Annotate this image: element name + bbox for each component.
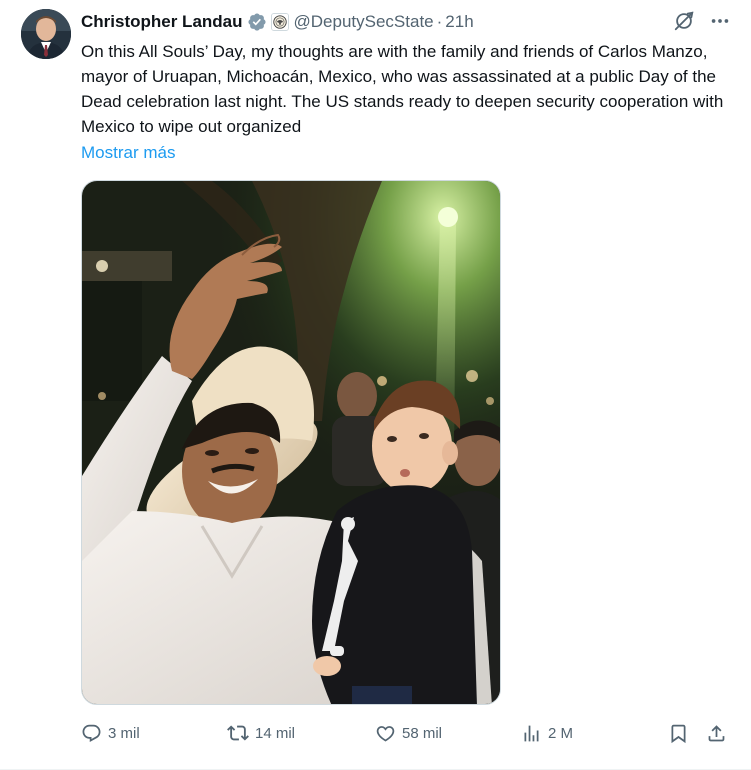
- tweet-actions: 3 mil 14 mil 58 mil 2 M: [81, 720, 731, 746]
- state-department-seal-icon[interactable]: [270, 13, 289, 31]
- tweet-photo[interactable]: [81, 180, 501, 705]
- photo-mayor-with-child: [82, 181, 500, 704]
- heart-icon: [376, 725, 395, 742]
- like-count: 58 mil: [402, 724, 443, 742]
- grok-icon[interactable]: [673, 10, 695, 32]
- tweet-timestamp[interactable]: 21h: [445, 12, 473, 32]
- author-avatar[interactable]: [21, 9, 71, 59]
- bookmark-icon: [671, 724, 686, 743]
- more-icon[interactable]: [709, 10, 731, 32]
- verified-badge-icon[interactable]: [247, 12, 267, 32]
- reply-count: 3 mil: [108, 724, 140, 742]
- reply-icon: [82, 724, 101, 742]
- tweet-header: Christopher Landau @DeputySecState · 21h: [81, 11, 661, 33]
- author-handle[interactable]: @DeputySecState: [294, 12, 434, 32]
- views-chart-icon: [524, 725, 539, 741]
- repost-button[interactable]: 14 mil: [227, 722, 295, 744]
- like-button[interactable]: 58 mil: [375, 723, 442, 744]
- header-separator: ·: [436, 12, 443, 31]
- author-display-name[interactable]: Christopher Landau: [81, 12, 243, 32]
- previous-tweet-fragment: [20, 0, 340, 3]
- header-actions: [673, 10, 731, 32]
- bookmark-button[interactable]: [668, 723, 689, 744]
- tweet-text: On this All Souls’ Day, my thoughts are …: [81, 42, 724, 136]
- show-more-link[interactable]: Mostrar más: [81, 140, 175, 165]
- repost-icon: [227, 725, 249, 741]
- tweet-article[interactable]: Christopher Landau @DeputySecState · 21h…: [0, 0, 751, 770]
- views-button[interactable]: 2 M: [521, 723, 573, 744]
- share-icon: [708, 724, 725, 741]
- reply-button[interactable]: 3 mil: [81, 723, 140, 744]
- repost-count: 14 mil: [255, 724, 296, 742]
- share-button[interactable]: [706, 723, 727, 744]
- views-count: 2 M: [548, 724, 574, 742]
